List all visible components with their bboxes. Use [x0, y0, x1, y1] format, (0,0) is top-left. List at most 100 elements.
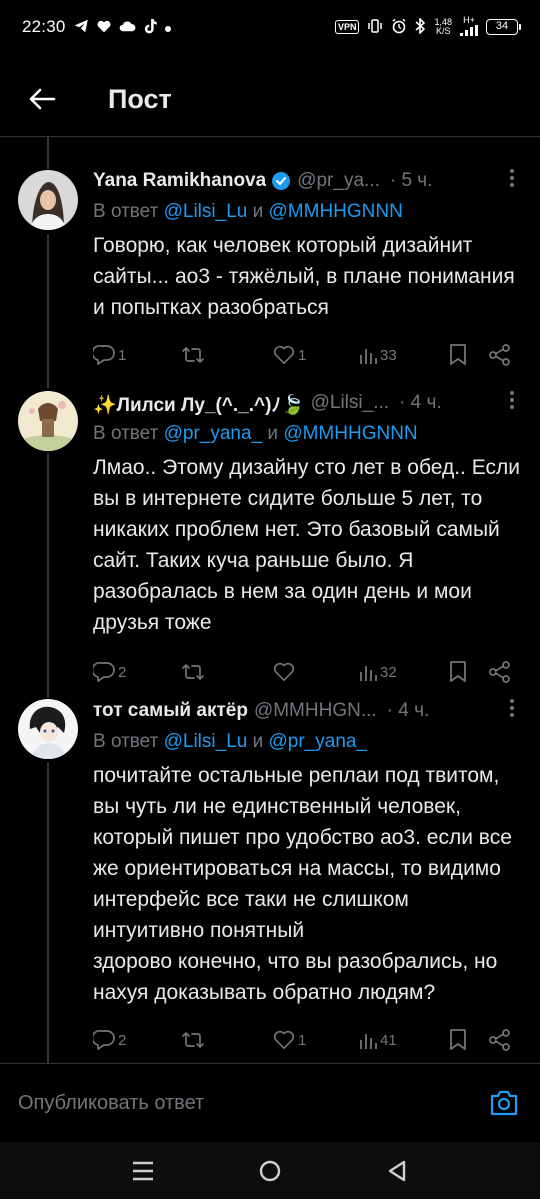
verified-badge-icon	[271, 171, 291, 191]
thread-line	[47, 453, 49, 698]
network-type: H+	[463, 15, 475, 25]
reply-icon	[93, 345, 115, 365]
home-button[interactable]	[250, 1151, 290, 1191]
mention-link[interactable]: @pr_yana_	[164, 423, 263, 444]
tweet-time[interactable]: · 4 ч.	[387, 700, 430, 722]
bookmark-button[interactable]	[449, 344, 467, 366]
bookmark-icon	[450, 344, 466, 365]
system-back-button[interactable]	[377, 1151, 417, 1191]
reply-input[interactable]: Опубликовать ответ	[18, 1092, 486, 1115]
tiktok-icon	[144, 18, 157, 36]
more-options-button[interactable]	[500, 168, 524, 194]
reply-composer: Опубликовать ответ	[0, 1064, 540, 1142]
bookmark-button[interactable]	[449, 661, 467, 683]
author-handle[interactable]: @pr_ya...	[297, 170, 380, 192]
author-handle[interactable]: @MMHHGN...	[254, 700, 377, 722]
retweet-icon	[182, 1032, 204, 1048]
alarm-icon	[391, 18, 407, 37]
bluetooth-icon	[415, 16, 426, 37]
tweet-text: Говорю, как человек который дизайнит сай…	[93, 234, 515, 319]
tweet-actions: 1 1 33	[93, 335, 524, 375]
share-icon	[489, 661, 510, 683]
speed-unit: K/S	[435, 26, 451, 36]
views-icon	[360, 666, 377, 681]
reply-button[interactable]: 2	[93, 1030, 126, 1050]
camera-button[interactable]	[486, 1085, 522, 1121]
tweet-time[interactable]: · 4 ч.	[399, 392, 442, 414]
author-name[interactable]: ✨Лилси Лу_(^._.^)ﾉ🍃	[93, 390, 305, 417]
share-button[interactable]	[489, 661, 511, 683]
views-button[interactable]: 41	[359, 1031, 397, 1049]
share-icon	[489, 1029, 510, 1051]
reply-icon	[93, 662, 115, 682]
notification-dot-icon	[164, 20, 171, 34]
recents-button[interactable]	[123, 1151, 163, 1191]
tweet-time[interactable]: · 5 ч.	[390, 170, 433, 192]
tweet-text: Лмао.. Этому дизайну сто лет в обед.. Ес…	[93, 456, 520, 634]
views-count: 32	[380, 663, 397, 681]
author-name[interactable]: тот самый актёр	[93, 700, 248, 722]
vpn-badge: VPN	[334, 20, 360, 34]
avatar[interactable]	[18, 699, 78, 759]
tweet-actions: 2 32	[93, 652, 524, 692]
like-icon	[273, 345, 295, 364]
views-icon	[360, 1034, 377, 1049]
signal-indicator: H+	[460, 16, 478, 38]
reply-button[interactable]: 1	[93, 345, 126, 365]
more-options-button[interactable]	[500, 390, 524, 416]
share-button[interactable]	[489, 1029, 511, 1051]
reply-conj: и	[247, 201, 269, 222]
recents-icon	[133, 1161, 154, 1180]
views-button[interactable]: 32	[359, 663, 397, 681]
share-button[interactable]	[489, 344, 511, 366]
bookmark-button[interactable]	[449, 1029, 467, 1051]
telegram-icon	[74, 19, 89, 35]
mention-link[interactable]: @Lilsi_Lu	[164, 201, 248, 222]
like-count: 1	[298, 346, 307, 364]
avatar[interactable]	[18, 170, 78, 230]
mention-link[interactable]: @Lilsi_Lu	[164, 731, 248, 752]
back-arrow-icon	[29, 88, 56, 110]
thread-line	[47, 234, 49, 388]
signal-bars-icon	[460, 25, 478, 36]
battery-indicator: 34	[486, 19, 521, 35]
thread-line	[47, 137, 49, 169]
back-triangle-icon	[388, 1160, 405, 1181]
retweet-button[interactable]	[181, 663, 208, 681]
reply-count: 2	[118, 1031, 127, 1049]
views-icon	[360, 349, 377, 364]
page-title: Пост	[108, 83, 172, 114]
retweet-button[interactable]	[181, 1031, 208, 1049]
reply-context: В ответ @Lilsi_Lu и @pr_yana_	[93, 728, 524, 756]
reply-context: В ответ @pr_yana_ и @MMHHGNNN	[93, 420, 524, 448]
bookmark-icon	[450, 661, 466, 682]
back-button[interactable]	[12, 69, 72, 129]
author-handle[interactable]: @Lilsi_...	[311, 392, 389, 414]
thread-line	[47, 762, 49, 1064]
more-options-button[interactable]	[500, 698, 524, 724]
like-icon	[273, 662, 295, 681]
mention-link[interactable]: @MMHHGNNN	[269, 201, 403, 222]
status-bar: 22:30 VPN 1,48 K/S H+ 34	[0, 0, 540, 54]
reply-prefix: В ответ	[93, 731, 164, 752]
like-button[interactable]: 1	[273, 1030, 306, 1050]
like-button[interactable]: 1	[273, 345, 306, 365]
like-button[interactable]	[273, 662, 298, 682]
mention-link[interactable]: @pr_yana_	[269, 731, 368, 752]
vibrate-icon	[367, 18, 383, 37]
retweet-button[interactable]	[181, 346, 208, 364]
more-dots-icon	[510, 699, 514, 717]
author-name[interactable]: Yana Ramikhanova	[93, 170, 266, 192]
reply-conj: и	[247, 731, 269, 752]
reply-button[interactable]: 2	[93, 662, 126, 682]
views-count: 33	[380, 346, 397, 364]
reply-context: В ответ @Lilsi_Lu и @MMHHGNNN	[93, 198, 524, 226]
more-dots-icon	[510, 391, 514, 409]
network-speed: 1,48 K/S	[434, 18, 452, 36]
page-header: Пост	[0, 62, 540, 136]
cloud-icon	[119, 20, 136, 34]
reply-conj: и	[262, 423, 284, 444]
avatar[interactable]	[18, 391, 78, 451]
views-button[interactable]: 33	[359, 346, 397, 364]
mention-link[interactable]: @MMHHGNNN	[283, 423, 417, 444]
